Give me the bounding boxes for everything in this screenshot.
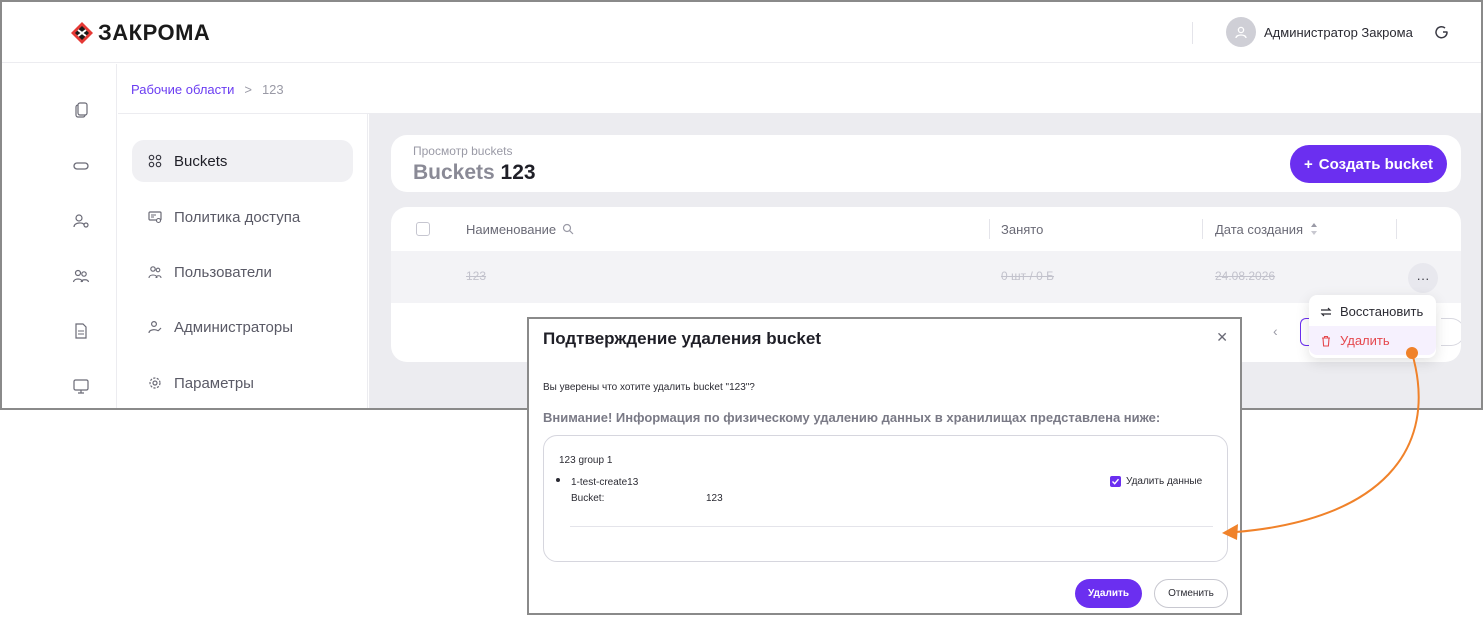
page-header-card: Просмотр buckets Buckets 123 + Создать bu… (391, 135, 1461, 192)
sidebar-item-users[interactable]: Пользователи (132, 251, 353, 293)
breadcrumb-separator: > (244, 82, 252, 97)
sidebar-item-admins[interactable]: Администраторы (132, 306, 353, 348)
breadcrumb: Рабочие области > 123 (131, 82, 284, 97)
storage-info-box: 123 group 1 1-test-create13 Bucket: 123 … (543, 435, 1228, 562)
storage-item-value: 123 (706, 493, 723, 504)
menu-item-restore[interactable]: Восстановить (1309, 297, 1436, 326)
column-label: Занято (1001, 221, 1044, 237)
sidebar-item-label: Администраторы (174, 318, 294, 336)
users-icon (148, 266, 162, 279)
page-title-label: Buckets (413, 161, 495, 184)
column-divider (1396, 219, 1397, 239)
cell-date: 24.08.2026 (1215, 269, 1276, 283)
sidebar-item-label: Политика доступа (174, 208, 301, 226)
menu-item-delete[interactable]: Удалить (1309, 326, 1436, 355)
page-title-number: 123 (500, 161, 536, 184)
documents-icon[interactable] (72, 102, 90, 120)
brand-name: ЗАКРОМА (98, 20, 211, 45)
plus-icon: + (1304, 155, 1313, 173)
dialog-question: Вы уверены что хотите удалить bucket "12… (543, 382, 755, 393)
column-label: Наименование (466, 221, 557, 237)
user-name: Администратор Закрома (1264, 24, 1413, 40)
row-actions-menu: Восстановить Удалить (1309, 295, 1436, 358)
sort-icon[interactable] (1309, 221, 1319, 237)
admin-icon (148, 320, 162, 334)
sidebar-item-label: Buckets (174, 152, 228, 170)
close-icon[interactable]: ✕ (1216, 329, 1228, 346)
storage-group-name: 123 group 1 (559, 455, 613, 466)
row-actions-button[interactable]: ··· (1408, 263, 1438, 293)
delete-data-checkbox[interactable]: Удалить данные (1110, 476, 1202, 487)
menu-item-label: Восстановить (1340, 304, 1424, 319)
list-bullet (556, 478, 560, 482)
column-label: Дата создания (1215, 221, 1304, 237)
checkbox-checked-icon (1110, 476, 1121, 487)
cancel-button[interactable]: Отменить (1154, 579, 1228, 608)
column-divider (989, 219, 990, 239)
person-icon (1235, 26, 1247, 39)
table-row[interactable]: 123 0 шт / 0 Б 24.08.2026 ··· (391, 251, 1461, 303)
restore-icon (1320, 307, 1332, 316)
dialog-title: Подтверждение удаления bucket (543, 329, 821, 348)
dialog-warning: Внимание! Информация по физическому удал… (543, 410, 1161, 425)
divider (570, 526, 1213, 527)
select-all-checkbox[interactable] (416, 222, 430, 236)
delete-confirmation-dialog: Подтверждение удаления bucket ✕ Вы увере… (527, 317, 1242, 615)
search-icon[interactable] (562, 223, 574, 235)
sidebar-item-policy[interactable]: Политика доступа (132, 196, 353, 238)
breadcrumb-current: 123 (261, 82, 284, 97)
logout-icon[interactable] (1434, 24, 1450, 40)
breadcrumb-link-workspaces[interactable]: Рабочие области (131, 82, 234, 97)
brand-logo[interactable]: ЗАКРОМА (70, 20, 210, 46)
gear-icon (149, 377, 161, 389)
checkbox-label: Удалить данные (1126, 476, 1203, 487)
policy-icon (148, 211, 162, 224)
avatar (1226, 17, 1256, 47)
storage-item-name: 1-test-create13 (571, 477, 639, 488)
column-header-size: Занято (1001, 207, 1043, 251)
sidebar-item-buckets[interactable]: Buckets (132, 140, 353, 182)
buckets-icon (148, 154, 162, 168)
pager-prev-icon[interactable]: ‹ (1273, 323, 1278, 339)
top-header: ЗАКРОМА Администратор Закрома (2, 2, 1481, 63)
pager-size-select[interactable] (1441, 318, 1461, 346)
storage-icon[interactable] (72, 157, 90, 175)
file-icon[interactable] (72, 322, 90, 340)
header-divider (1192, 22, 1193, 44)
storage-item-key: Bucket: (571, 493, 605, 504)
left-rail (44, 64, 117, 408)
sidebar-item-label: Пользователи (174, 263, 272, 281)
user-settings-icon[interactable] (72, 212, 90, 230)
sidebar: Buckets Политика доступа Пользователи Ад… (118, 114, 368, 408)
menu-item-label: Удалить (1340, 333, 1390, 348)
create-bucket-label: Создать bucket (1318, 155, 1433, 173)
sidebar-item-settings[interactable]: Параметры (132, 362, 353, 404)
monitor-icon[interactable] (72, 377, 90, 395)
confirm-delete-button[interactable]: Удалить (1075, 579, 1142, 608)
logo-icon (71, 22, 93, 44)
breadcrumb-bar: Рабочие области > 123 (118, 64, 1481, 114)
column-divider (1202, 219, 1203, 239)
column-header-name[interactable]: Наименование (466, 207, 574, 251)
sidebar-item-label: Параметры (174, 374, 254, 392)
cell-name: 123 (466, 269, 487, 283)
users-icon[interactable] (72, 267, 90, 285)
column-header-date[interactable]: Дата создания (1215, 207, 1319, 251)
create-bucket-button[interactable]: + Создать bucket (1290, 145, 1447, 183)
page-title: Buckets 123 (413, 161, 536, 185)
cell-size: 0 шт / 0 Б (1001, 269, 1055, 283)
trash-icon (1322, 335, 1330, 347)
page-subtitle: Просмотр buckets (413, 144, 513, 158)
user-menu[interactable]: Администратор Закрома (1226, 17, 1413, 47)
